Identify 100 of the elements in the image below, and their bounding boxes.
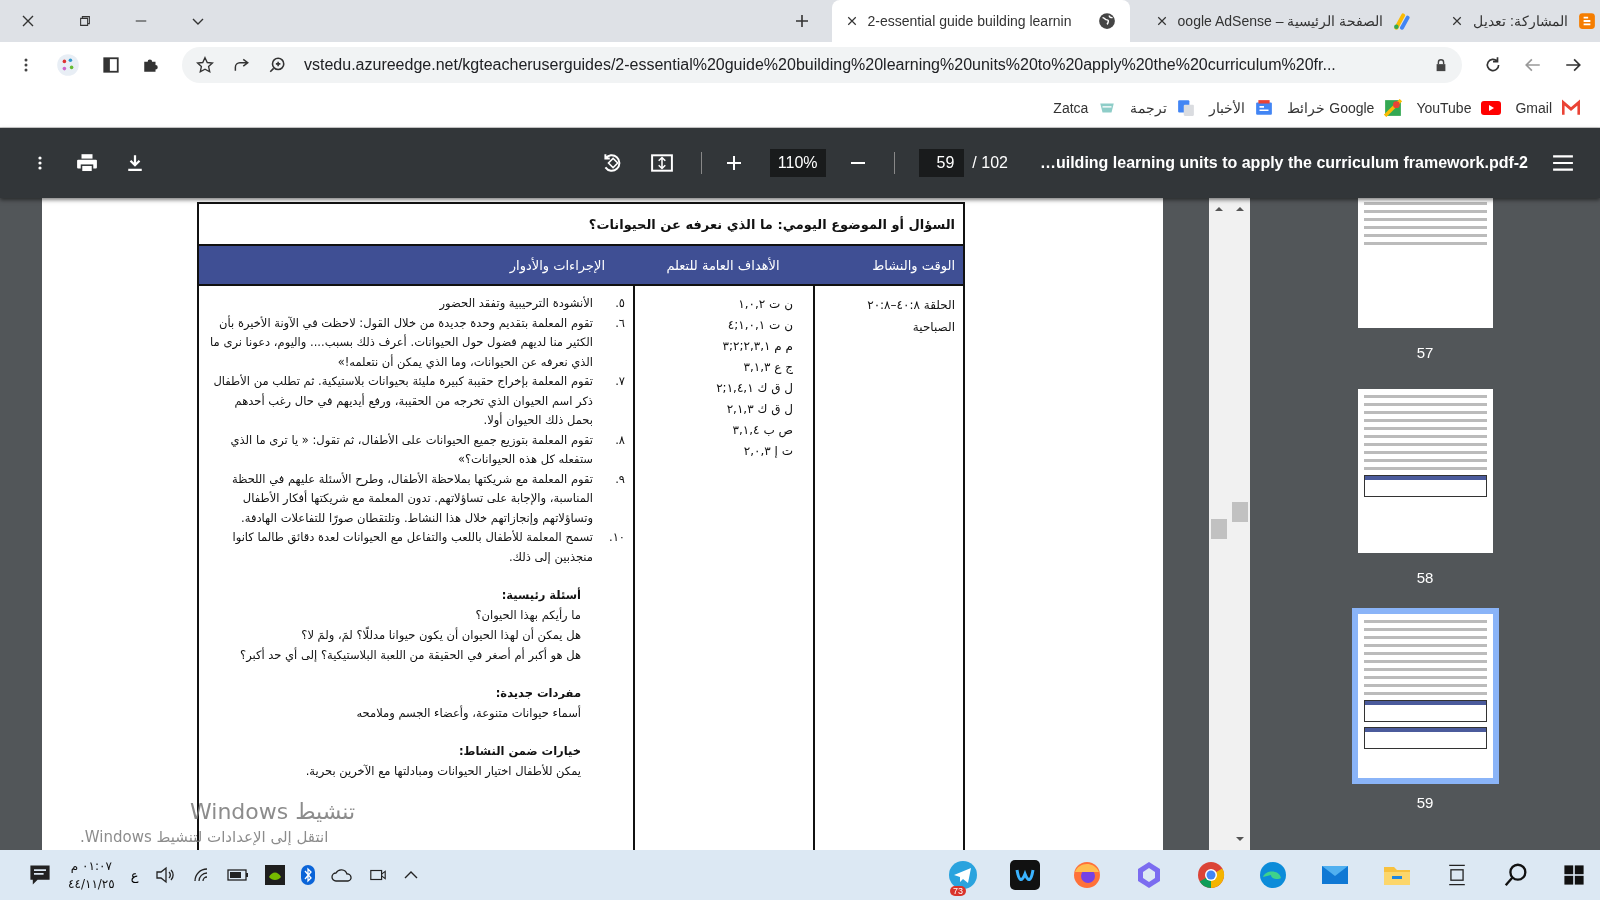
goal-code: ن ت ١,٠,١;٤	[726, 317, 793, 334]
goal-code: ج ع ٣,١,٣	[742, 359, 793, 376]
tab-title: المشاركة: تعديل	[1473, 13, 1568, 29]
back-icon[interactable]	[1524, 56, 1542, 74]
page-thumbnail[interactable]	[1351, 608, 1499, 784]
item-number: ٧.	[614, 373, 625, 390]
item-number: ١٠.	[608, 529, 625, 546]
goal-code: ن ت ١,٠,٢	[737, 296, 793, 313]
app-icon[interactable]	[1010, 860, 1040, 890]
globe-icon	[1097, 12, 1116, 30]
document-title: …uilding learning units to apply the curriculum framework.pdf-2	[1039, 154, 1528, 172]
scrollbar-thumb[interactable]	[1231, 502, 1248, 522]
graphics-icon[interactable]	[264, 865, 285, 885]
bookmark[interactable]: Zatca	[1053, 98, 1117, 117]
menu-icon[interactable]	[1552, 154, 1574, 172]
chrome-icon[interactable]	[1196, 860, 1226, 890]
item-number: ٩.	[614, 470, 625, 488]
item-number: ٨.	[614, 431, 625, 449]
procedure-text: تقوم المعلمة بتوزيع جميع الحيوانات على الأطفال، ثم تقول: « يا ترى ما الذي ستفعله كل هذه الحيوانات؟»	[229, 431, 593, 468]
goal-code: ت إ ٢,٠,٣	[742, 443, 793, 460]
scrollbar-thumb[interactable]	[1211, 519, 1228, 539]
bookmark[interactable]: ترجمة	[1130, 98, 1196, 117]
translate-icon	[1177, 98, 1196, 117]
goal-code: ل ق ك ٢,١,٣	[725, 401, 793, 418]
section-text: يمكن للأطفال اختيار الحيوانات ومبادلتها مع الآخرين بحرية.	[304, 763, 581, 780]
procedure-text: تقوم المعلمة بتقديم وحدة جديدة من خلال القول: لاحظت في الآونة الأخيرة بأن الكثير منا لديهم فضول حول الحيوانات. أعرف ذلك بسبب.... واليوم، دعونا نرى ما الذي نعرفه عن الحيوانات، وما الذي يمكن أن نتعلمه!»	[209, 314, 593, 371]
goal-code: ص ب ٣,١,٤	[731, 422, 793, 440]
procedure-text: تسمح المعلمة للأطفال باللعب والتفاعل مع الحيوانات لعدة دقائق طالما كانوا منجذبين إلى ذلك.	[231, 529, 593, 566]
bookmark[interactable]: خرائط Google	[1287, 98, 1403, 117]
table-cell-text: الحلقة ٤٠:٨–٢٠:٨ الصباحية	[866, 297, 955, 336]
section-heading: أسئلة رئيسية:	[500, 586, 581, 604]
fit-page-icon[interactable]	[650, 152, 673, 174]
restore-icon[interactable]	[78, 14, 92, 28]
close-icon[interactable]	[20, 13, 36, 29]
share-icon[interactable]	[232, 56, 250, 74]
extension-icon[interactable]	[56, 53, 80, 77]
page-count: / 102	[972, 154, 1008, 172]
language-indicator[interactable]: ع	[130, 867, 139, 883]
bookmark[interactable]: YouTube	[1416, 99, 1502, 116]
browser-tab[interactable]: المشاركة: تعديل	[1437, 0, 1600, 42]
zoom-in-icon[interactable]	[725, 155, 742, 171]
item-number: ٦.	[614, 314, 625, 332]
section-heading: خيارات ضمن النشاط:	[457, 743, 581, 760]
notification-icon[interactable]	[28, 863, 52, 887]
procedure-text: تقوم المعلمة بإخراج حقيبة كبيرة مليئة بحيوانات بلاستيكية. ثم تطلب من الأطفال ذكر اسم الحيوان الذي تخرجه من الحقيبة، ورفع أيديهم في حال رغب أحدهم بحمل ذلك الحيوان أولا.	[212, 373, 593, 429]
map-icon	[1384, 98, 1403, 117]
url-text: vstedu.azureedge.net/kgteacheruserguides/2-essential%20guide%20building%20learning%20units%20to%20apply%20the%20curriculum%20fr...	[304, 56, 1337, 74]
scroll-up-icon[interactable]	[1214, 204, 1225, 214]
tab-title: oogle AdSense – الصفحة الرئيسية	[1177, 13, 1384, 29]
cloud-icon[interactable]	[330, 868, 353, 882]
scroll-down-icon[interactable]	[1234, 834, 1245, 844]
print-icon[interactable]	[76, 152, 98, 174]
clock-time[interactable]: ٠١:٠٧ م	[70, 857, 112, 875]
browser-tab[interactable]: 2-essential guide building learnin	[831, 0, 1130, 42]
clock-date[interactable]: ٤٤/١١/٢٥	[68, 875, 115, 893]
windows-icon[interactable]	[1562, 863, 1586, 887]
column-header: الإجراءات والأدوار	[508, 256, 606, 276]
star-icon[interactable]	[196, 56, 214, 74]
new-tab-icon[interactable]	[793, 13, 810, 29]
browser-tab[interactable]: oogle AdSense – الصفحة الرئيسية	[1141, 0, 1426, 42]
edge-icon[interactable]	[1258, 860, 1288, 890]
bookmark[interactable]: Gmail	[1515, 98, 1580, 117]
page-label: 57	[1416, 344, 1434, 361]
forward-icon[interactable]	[1564, 56, 1582, 74]
tab-title: 2-essential guide building learnin	[867, 13, 1073, 29]
close-icon[interactable]	[845, 15, 858, 27]
ads-icon	[1393, 12, 1412, 30]
browser-icon[interactable]	[1072, 860, 1102, 890]
bluetooth-icon[interactable]	[300, 865, 315, 885]
section-text: أسماء حيوانات متنوعة، وأعضاء الجسم وملامحه	[355, 704, 581, 722]
video-icon	[1481, 100, 1502, 115]
procedure-text: الأنشودة الترحيبية وتفقد الحضور	[438, 295, 593, 312]
blog-icon	[1578, 12, 1596, 30]
news-icon	[1255, 98, 1274, 117]
page-label: 58	[1416, 569, 1434, 586]
side-panel-icon[interactable]	[102, 56, 120, 74]
procedure-text: تقوم المعلمة مع شريكتها بملاحظة الأطفال، وطرح الأسئلة عليهم في اللحظة المناسبة، والإجابة على تساؤلاتهم. تدون المعلمة مع شريكتها أفكار الأطفال وتساؤلاتهم وإنجازاتهم خلال هذا النشاط. وتلتقطان صورًا للتفاعلات الهادفة.	[231, 470, 593, 527]
address-field[interactable]: vstedu.azureedge.net/kgteacheruserguides/2-essential%20guide%20building%20learning%20units%20to%20apply%20the%20curriculum%20fr...	[182, 47, 1462, 83]
goal-code: ل ق ك ١,٤,١;٢	[715, 380, 793, 397]
close-icon[interactable]	[1451, 15, 1464, 27]
bookmark[interactable]: الأخبار	[1209, 98, 1274, 117]
goal-code: م م ٢,٣,١;٢;٣	[721, 338, 793, 355]
section-text: هل هو أكبر أم أصغر في الحقيقة من اللعبة البلاستيكية؟ إلى أي حد أكبر؟	[239, 646, 581, 664]
close-icon[interactable]	[1155, 15, 1168, 27]
column-header: الأهداف العامة للتعلم	[665, 256, 781, 276]
section-text: هل يمكن أن لهذا الحيوان أن يكون حيوانا مدللًا؟ لمَ، ولمَ لا؟	[300, 625, 581, 644]
download-icon[interactable]	[126, 154, 144, 172]
section-heading: مفردات جديدة:	[494, 685, 581, 702]
zoom-icon[interactable]	[268, 56, 286, 74]
item-number: ٥.	[614, 295, 625, 312]
page-number-field[interactable]: 59	[918, 149, 965, 177]
page-label: 59	[1416, 794, 1434, 811]
lock-icon[interactable]	[1434, 58, 1448, 72]
battery-icon[interactable]	[226, 869, 249, 881]
speaker-icon[interactable]	[154, 865, 175, 885]
mail-icon	[1562, 98, 1580, 117]
reload-icon[interactable]	[1484, 56, 1502, 74]
zoom-field[interactable]: 110%	[769, 149, 826, 177]
scroll-up-icon[interactable]	[1234, 204, 1245, 214]
paper-plane-icon[interactable]	[948, 860, 978, 890]
